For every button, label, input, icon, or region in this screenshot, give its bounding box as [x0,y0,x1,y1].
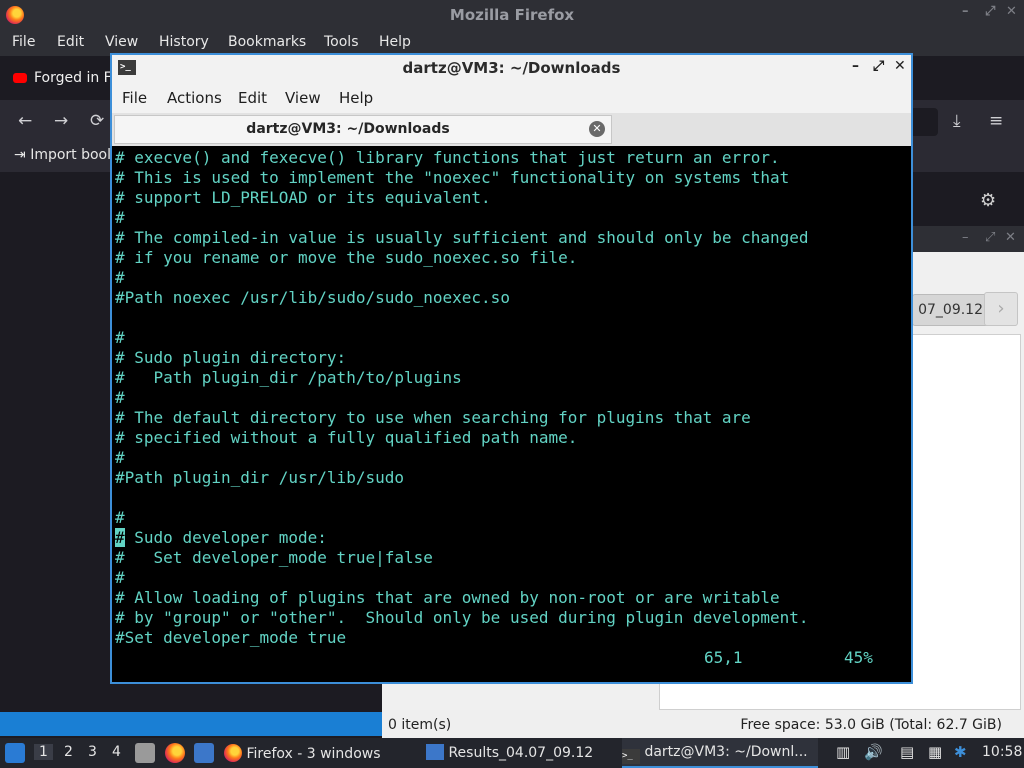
path-next-button[interactable]: › [984,292,1018,326]
download-icon[interactable]: ⤓ [953,111,961,131]
network-icon[interactable]: ▦ [928,743,942,761]
terminal-menu-edit[interactable]: Edit [238,89,267,107]
volume-icon[interactable]: 🔊 [864,743,883,761]
task-firefox[interactable]: Firefox - 3 windows [224,738,420,768]
hamburger-menu-icon[interactable]: ≡ [989,111,1003,131]
firefox-titlebar: Mozilla Firefox – ⤢ ✕ [0,0,1024,30]
folder-icon [426,744,444,760]
youtube-icon [13,73,27,83]
fm-minimize-icon[interactable]: – [962,230,969,245]
minimize-icon[interactable]: – [962,4,969,19]
terminal-line: # Set developer_mode true|false [115,548,433,567]
gear-icon[interactable]: ⚙ [980,190,996,211]
terminal-line: # Sudo plugin directory: [115,348,347,367]
terminal-tab[interactable]: dartz@VM3: ~/Downloads ✕ [114,115,612,144]
free-space: Free space: 53.0 GiB (Total: 62.7 GiB) [740,717,1002,733]
terminal-line: # Sudo developer mode: [115,528,327,547]
taskbar: 1 2 3 4 Firefox - 3 windows Results_04.0… [0,738,1024,768]
terminal-maximize-icon[interactable]: ⤢ [873,58,884,74]
terminal-line: # [115,268,125,287]
fm-close-icon[interactable]: ✕ [1005,230,1016,245]
cursor-position: 65,1 [704,648,743,667]
selection-strip [0,712,382,736]
file-manager-launcher-icon[interactable] [135,743,155,763]
terminal-line: # [115,448,125,467]
menu-file[interactable]: File [12,34,35,50]
task-terminal[interactable]: >_ dartz@VM3: ~/Downl... [622,738,818,768]
terminal-menu-help[interactable]: Help [339,89,373,107]
terminal-line: # [115,208,125,227]
text-cursor: # [115,528,125,547]
back-icon[interactable]: ← [18,111,32,131]
terminal-line: # specified without a fully qualified pa… [115,428,578,447]
desktop-icon[interactable] [194,743,214,763]
terminal-line: # Path plugin_dir /path/to/plugins [115,368,462,387]
scroll-percent: 45% [844,648,873,667]
menu-edit[interactable]: Edit [57,34,84,50]
reload-icon[interactable]: ⟳ [90,111,104,131]
menu-tools[interactable]: Tools [324,34,359,50]
terminal-output[interactable]: # execve() and fexecve() library functio… [112,146,911,682]
menu-history[interactable]: History [159,34,209,50]
bookmark-import[interactable]: ⇥ Import bool [14,147,111,163]
terminal-line: # if you rename or move the sudo_noexec.… [115,248,578,267]
menu-view[interactable]: View [105,34,138,50]
terminal-minimize-icon[interactable]: – [852,58,859,74]
terminal-line: # The compiled-in value is usually suffi… [115,228,809,247]
maximize-icon[interactable]: ⤢ [985,4,995,19]
forward-icon[interactable]: → [54,111,68,131]
terminal-line: # [115,328,125,347]
menu-bookmarks[interactable]: Bookmarks [228,34,306,50]
firefox-icon [224,744,242,762]
terminal-line: #Path plugin_dir /usr/lib/sudo [115,468,404,487]
terminal-line: # execve() and fexecve() library functio… [115,148,780,167]
workspace-4[interactable]: 4 [112,744,121,760]
terminal-title: dartz@VM3: ~/Downloads [402,59,621,77]
firefox-launcher-icon[interactable] [165,743,185,763]
terminal-line: # The default directory to use when sear… [115,408,751,427]
terminal-text: # execve() and fexecve() library functio… [115,148,809,648]
terminal-line: # Allow loading of plugins that are owne… [115,588,780,607]
terminal-task-icon: >_ [622,749,640,764]
terminal-line: # by "group" or "other". Should only be … [115,608,809,627]
terminal-line: # [115,568,125,587]
terminal-menu-file[interactable]: File [122,89,147,107]
terminal-line: # support LD_PRELOAD or its equivalent. [115,188,491,207]
tray-clipboard-icon[interactable]: ▥ [836,743,850,761]
terminal-tab-title: dartz@VM3: ~/Downloads [246,121,450,137]
close-icon[interactable]: ✕ [1006,4,1017,19]
bluetooth-icon[interactable]: ✱ [954,743,967,761]
start-menu-icon[interactable] [5,743,25,763]
terminal-titlebar: >_ dartz@VM3: ~/Downloads – ⤢ ✕ [112,55,911,81]
menu-help[interactable]: Help [379,34,411,50]
workspace-1[interactable]: 1 [34,744,53,760]
task-results-folder[interactable]: Results_04.07_09.12 [426,738,618,768]
path-button[interactable]: 07_09.12 [912,294,992,326]
fm-maximize-icon[interactable]: ⤢ [985,230,995,245]
terminal-line: # This is used to implement the "noexec"… [115,168,790,187]
clock[interactable]: 10:58 [982,744,1022,760]
tab-close-icon[interactable]: ✕ [589,121,605,137]
terminal-line: # [115,508,125,527]
terminal-tabbar: dartz@VM3: ~/Downloads ✕ [112,113,911,146]
terminal-menubar: File Actions Edit View Help [112,83,911,113]
terminal-line: #Path noexec /usr/lib/sudo/sudo_noexec.s… [115,288,510,307]
terminal-line: # [115,388,125,407]
terminal-line: #Set developer_mode true [115,628,347,647]
terminal-menu-view[interactable]: View [285,89,321,107]
workspace-2[interactable]: 2 [64,744,73,760]
terminal-window: >_ dartz@VM3: ~/Downloads – ⤢ ✕ File Act… [110,53,913,684]
firefox-tab-title: Forged in Fi [34,70,115,86]
workspace-3[interactable]: 3 [88,744,97,760]
tray-notes-icon[interactable]: ▤ [900,743,914,761]
file-manager-statusbar: 0 item(s) Free space: 53.0 GiB (Total: 6… [382,710,1024,740]
terminal-close-icon[interactable]: ✕ [894,58,906,74]
firefox-title: Mozilla Firefox [449,6,575,24]
firefox-tab[interactable]: Forged in Fi [6,64,126,94]
terminal-menu-actions[interactable]: Actions [167,89,222,107]
item-count: 0 item(s) [388,717,452,733]
